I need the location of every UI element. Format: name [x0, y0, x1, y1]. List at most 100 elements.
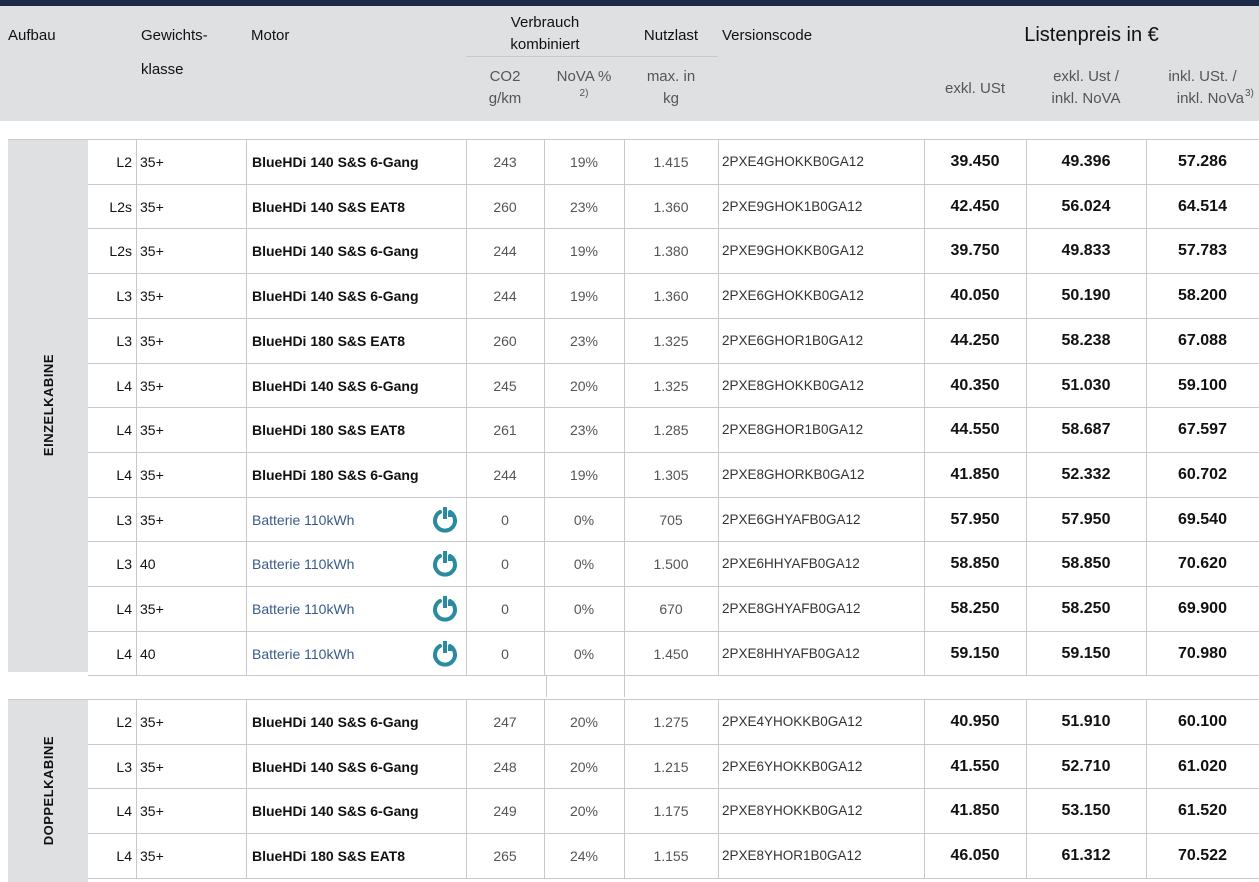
- length-cell: L3: [116, 758, 132, 775]
- length-cell: L3: [116, 555, 132, 572]
- nova-cell: 23%: [569, 332, 599, 349]
- header-verbrauch-2: kombiniert: [466, 34, 624, 54]
- weight-class-cell: 35+: [140, 377, 164, 394]
- weight-class-cell: 35+: [140, 802, 164, 819]
- payload-cell: 1.360: [653, 198, 689, 215]
- ev-plug-icon: [433, 596, 457, 622]
- length-cell: L4: [116, 421, 132, 438]
- price-exkl-ust-inkl-nova-cell: 49.396: [1061, 152, 1111, 170]
- price-exkl-ust-inkl-nova-cell: 58.250: [1061, 599, 1111, 617]
- section-label-doppelkabine: DOPPELKABINE: [8, 699, 88, 882]
- price-exkl-ust-inkl-nova-cell: 56.024: [1061, 197, 1111, 215]
- version-code-cell: 2PXE9GHOK1B0GA12: [722, 199, 863, 214]
- payload-cell: 1.325: [653, 332, 689, 349]
- price-inkl-ust-inkl-nova-cell: 57.783: [1178, 241, 1227, 259]
- motor-cell: BlueHDi 140 S&S 6-Gang: [252, 153, 419, 170]
- motor-cell: BlueHDi 180 S&S 6-Gang: [252, 466, 419, 483]
- weight-class-cell: 35+: [140, 198, 164, 215]
- ev-plug-icon: [433, 551, 457, 577]
- header-nova-sup: 2): [544, 86, 624, 100]
- header-gewichtsklasse-2: klasse: [141, 58, 184, 80]
- nova-cell: 19%: [569, 242, 599, 259]
- nova-cell: 23%: [569, 198, 599, 215]
- version-code-cell: 2PXE8YHOR1B0GA12: [722, 848, 862, 863]
- price-exkl-ust-inkl-nova-cell: 50.190: [1061, 286, 1111, 304]
- price-exkl-ust-cell: 39.750: [950, 241, 1000, 259]
- price-inkl-ust-inkl-nova-cell: 60.100: [1178, 712, 1227, 730]
- nova-cell: 0%: [573, 511, 595, 528]
- section-top-border: [8, 699, 88, 700]
- length-cell: L4: [116, 847, 132, 864]
- weight-class-cell: 35+: [140, 287, 164, 304]
- weight-class-cell: 35+: [140, 758, 164, 775]
- payload-cell: 1.360: [653, 287, 689, 304]
- price-inkl-ust-inkl-nova-cell: 57.286: [1178, 152, 1227, 170]
- payload-cell: 670: [659, 600, 683, 617]
- price-exkl-ust-inkl-nova-cell: 51.030: [1061, 376, 1111, 394]
- price-inkl-ust-inkl-nova-cell: 70.522: [1178, 846, 1227, 864]
- header-nutzlast-sub-2: kg: [624, 88, 718, 108]
- payload-cell: 1.275: [653, 713, 689, 730]
- section-label-text: EINZELKABINE: [40, 354, 56, 457]
- price-exkl-ust-inkl-nova-cell: 57.950: [1061, 510, 1111, 528]
- price-exkl-ust-cell: 58.250: [950, 599, 1000, 617]
- payload-cell: 1.155: [653, 847, 689, 864]
- nova-cell: 19%: [569, 153, 599, 170]
- co2-cell: 0: [501, 600, 509, 617]
- price-exkl-ust-cell: 41.550: [950, 757, 1000, 775]
- price-inkl-ust-inkl-nova-cell: 69.900: [1178, 599, 1227, 617]
- header-versionscode: Versionscode: [722, 24, 813, 46]
- version-code-cell: 2PXE9GHOKKB0GA12: [722, 243, 864, 258]
- price-exkl-ust-cell: 40.350: [950, 376, 1000, 394]
- price-exkl-ust-cell: 41.850: [950, 465, 1000, 483]
- version-code-cell: 2PXE6YHOKKB0GA12: [722, 759, 863, 774]
- nova-cell: 24%: [569, 847, 599, 864]
- price-inkl-ust-inkl-nova-cell: 59.100: [1178, 376, 1227, 394]
- version-code-cell: 2PXE6GHYAFB0GA12: [722, 512, 861, 527]
- price-exkl-ust-inkl-nova-cell: 53.150: [1061, 801, 1111, 819]
- nova-cell: 20%: [569, 802, 599, 819]
- price-exkl-ust-inkl-nova-cell: 52.710: [1061, 757, 1111, 775]
- header-exkl-ust-inkl-nova-2: inkl. NoVA: [1026, 88, 1146, 108]
- co2-cell: 248: [493, 758, 517, 775]
- length-cell: L4: [116, 600, 132, 617]
- motor-cell: BlueHDi 140 S&S 6-Gang: [252, 377, 419, 394]
- motor-cell: BlueHDi 140 S&S EAT8: [252, 198, 406, 215]
- length-cell: L3: [116, 332, 132, 349]
- weight-class-cell: 35+: [140, 847, 164, 864]
- nova-cell: 19%: [569, 287, 599, 304]
- weight-class-cell: 35+: [140, 466, 164, 483]
- version-code-cell: 2PXE8YHOKKB0GA12: [722, 803, 863, 818]
- version-code-cell: 2PXE6HHYAFB0GA12: [722, 556, 860, 571]
- price-exkl-ust-cell: 57.950: [950, 510, 1000, 528]
- payload-cell: 1.175: [653, 802, 689, 819]
- price-exkl-ust-cell: 44.550: [950, 420, 1000, 438]
- version-code-cell: 2PXE4YHOKKB0GA12: [722, 714, 863, 729]
- price-inkl-ust-inkl-nova-cell: 69.540: [1178, 510, 1227, 528]
- price-exkl-ust-inkl-nova-cell: 59.150: [1061, 644, 1111, 662]
- header-nutzlast: Nutzlast: [624, 24, 718, 46]
- motor-cell: BlueHDi 140 S&S 6-Gang: [252, 287, 419, 304]
- co2-cell: 260: [493, 332, 517, 349]
- header-listenpreis: Listenpreis in €: [924, 20, 1259, 50]
- length-cell: L4: [116, 645, 132, 662]
- co2-cell: 244: [493, 466, 517, 483]
- motor-cell: BlueHDi 180 S&S EAT8: [252, 421, 406, 438]
- nova-cell: 20%: [569, 377, 599, 394]
- header-inkl-ust-inkl-nova-2: inkl. NoVa: [1140, 88, 1244, 108]
- price-inkl-ust-inkl-nova-cell: 61.020: [1178, 757, 1227, 775]
- weight-class-cell: 40: [140, 645, 156, 662]
- price-inkl-ust-inkl-nova-cell: 67.597: [1178, 420, 1227, 438]
- motor-cell: BlueHDi 180 S&S EAT8: [252, 332, 406, 349]
- length-cell: L4: [116, 802, 132, 819]
- price-exkl-ust-cell: 58.850: [950, 554, 1000, 572]
- price-exkl-ust-inkl-nova-cell: 51.910: [1061, 712, 1111, 730]
- payload-cell: 1.325: [653, 377, 689, 394]
- version-code-cell: 2PXE8GHYAFB0GA12: [722, 601, 861, 616]
- co2-cell: 261: [493, 421, 517, 438]
- version-code-cell: 2PXE4GHOKKB0GA12: [722, 154, 864, 169]
- price-exkl-ust-inkl-nova-cell: 58.850: [1061, 554, 1111, 572]
- ev-plug-icon: [433, 641, 457, 667]
- version-code-cell: 2PXE8GHOKKB0GA12: [722, 378, 864, 393]
- price-exkl-ust-cell: 41.850: [950, 801, 1000, 819]
